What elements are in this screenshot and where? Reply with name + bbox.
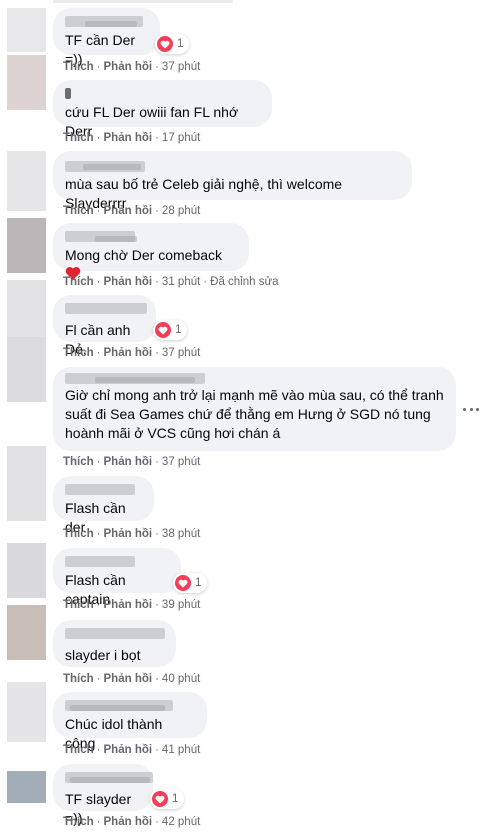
- comment-actions: Thích · Phản hồi · 37 phút: [63, 456, 201, 468]
- comment-text: Giờ chỉ mong anh trở lại mạnh mẽ vào mùa…: [65, 387, 444, 441]
- like-button[interactable]: Thích: [63, 205, 94, 217]
- comment-time[interactable]: 37 phút: [162, 456, 200, 468]
- reply-button[interactable]: Phản hồi: [104, 599, 153, 611]
- comment-actions: Thích · Phản hồi · 40 phút: [63, 673, 201, 685]
- avatar[interactable]: [7, 337, 46, 402]
- comment-actions: Thích · Phản hồi · 37 phút: [63, 347, 201, 359]
- comment-actions: Thích · Phản hồi · 42 phút: [63, 816, 201, 828]
- author-name-redacted[interactable]: [65, 554, 169, 568]
- comment-time[interactable]: 28 phút: [162, 205, 200, 217]
- avatar[interactable]: [7, 218, 46, 273]
- heart-icon: [157, 36, 173, 52]
- reply-button[interactable]: Phản hồi: [104, 205, 153, 217]
- like-button[interactable]: Thích: [63, 456, 94, 468]
- comment-actions: Thích · Phản hồi · 38 phút: [63, 528, 201, 540]
- comment-actions: Thích · Phản hồi · 41 phút: [63, 744, 201, 756]
- heart-icon: [152, 791, 168, 807]
- like-button[interactable]: Thích: [63, 61, 94, 73]
- like-button[interactable]: Thích: [63, 744, 94, 756]
- reply-button[interactable]: Phản hồi: [104, 132, 153, 144]
- reaction-count: 1: [175, 324, 182, 336]
- avatar[interactable]: [7, 446, 46, 521]
- author-name-redacted[interactable]: [65, 373, 444, 384]
- comment-bubble: Fl cần anh Dẻ.: [53, 295, 156, 357]
- comment-time[interactable]: 38 phút: [162, 528, 200, 540]
- avatar[interactable]: [7, 280, 46, 340]
- avatar[interactable]: [7, 543, 46, 598]
- reaction-badge[interactable]: 1: [150, 789, 185, 809]
- author-name-redacted[interactable]: [65, 157, 400, 172]
- like-button[interactable]: Thích: [63, 276, 94, 288]
- comment-time[interactable]: 17 phút: [162, 132, 200, 144]
- like-button[interactable]: Thích: [63, 599, 94, 611]
- reaction-badge[interactable]: 1: [155, 34, 190, 54]
- author-name-redacted[interactable]: [65, 301, 147, 315]
- avatar[interactable]: [7, 605, 46, 660]
- comment-bubble: cứu FL Der owiii fan FL nhớ Derr: [53, 80, 272, 139]
- like-button[interactable]: Thích: [63, 673, 94, 685]
- avatar[interactable]: [7, 8, 46, 52]
- reply-button[interactable]: Phản hồi: [104, 528, 153, 540]
- comment-time[interactable]: 31 phút: [162, 276, 200, 288]
- comment-bubble: TF slayder =)): [53, 764, 153, 826]
- like-button[interactable]: Thích: [63, 528, 94, 540]
- edited-label[interactable]: Đã chỉnh sửa: [210, 276, 278, 288]
- comment-actions: Thích · Phản hồi · 39 phút: [63, 599, 201, 611]
- comment-bubble: mùa sau bố trẻ Celeb giải nghệ, thì welc…: [53, 151, 412, 211]
- comment-bubble: Flash cần captain: [53, 548, 181, 607]
- reaction-count: 1: [195, 577, 202, 589]
- reply-button[interactable]: Phản hồi: [104, 673, 153, 685]
- comment-bubble: Flash cần der: [53, 476, 154, 535]
- like-button[interactable]: Thích: [63, 816, 94, 828]
- comment-time[interactable]: 39 phút: [162, 599, 200, 611]
- comment-bubble: Giờ chỉ mong anh trở lại mạnh mẽ vào mùa…: [53, 367, 456, 451]
- comment-actions: Thích · Phản hồi · 31 phút · Đã chỉnh sửa: [63, 276, 279, 288]
- reply-button[interactable]: Phản hồi: [104, 61, 153, 73]
- reaction-badge[interactable]: 1: [153, 320, 188, 340]
- author-name-redacted[interactable]: [65, 482, 142, 496]
- reply-button[interactable]: Phản hồi: [104, 744, 153, 756]
- comment-time[interactable]: 37 phút: [162, 347, 200, 359]
- author-name-redacted[interactable]: [65, 229, 237, 243]
- comment-bubble: Chúc idol thành công: [53, 692, 207, 751]
- comment-actions: Thích · Phản hồi · 28 phút: [63, 205, 201, 217]
- avatar[interactable]: [7, 151, 46, 211]
- reaction-count: 1: [177, 38, 184, 50]
- author-name-redacted[interactable]: [65, 14, 148, 28]
- more-options-icon[interactable]: [460, 401, 482, 417]
- comment-time[interactable]: 37 phút: [162, 61, 200, 73]
- comment-text: slayder i bọt: [65, 647, 141, 663]
- avatar[interactable]: [7, 55, 46, 110]
- like-button[interactable]: Thích: [63, 347, 94, 359]
- top-cut-off-meta: [53, 0, 273, 4]
- heart-icon: [175, 575, 191, 591]
- heart-icon: [155, 322, 171, 338]
- comment-bubble: TF cần Der =)): [53, 8, 160, 67]
- comment-actions: Thích · Phản hồi · 37 phút: [63, 61, 201, 73]
- comment-bubble: Mong chờ Der comeback: [53, 223, 249, 280]
- author-name-redacted[interactable]: [65, 626, 165, 640]
- comment-bubble: slayder i bọt: [53, 620, 176, 667]
- comment-time[interactable]: 40 phút: [162, 673, 200, 685]
- like-button[interactable]: Thích: [63, 132, 94, 144]
- avatar[interactable]: [7, 682, 46, 742]
- reply-button[interactable]: Phản hồi: [104, 456, 153, 468]
- comment-actions: Thích · Phản hồi · 17 phút: [63, 132, 201, 144]
- reaction-badge[interactable]: 1: [173, 573, 208, 593]
- comment-time[interactable]: 42 phút: [162, 816, 200, 828]
- reply-button[interactable]: Phản hồi: [104, 347, 153, 359]
- reply-button[interactable]: Phản hồi: [104, 276, 153, 288]
- reaction-count: 1: [172, 793, 179, 805]
- author-name-redacted[interactable]: [65, 770, 153, 784]
- author-name-redacted[interactable]: [65, 86, 260, 100]
- reply-button[interactable]: Phản hồi: [104, 816, 153, 828]
- author-name-redacted[interactable]: [65, 698, 195, 712]
- comment-time[interactable]: 41 phút: [162, 744, 200, 756]
- avatar[interactable]: [7, 771, 46, 803]
